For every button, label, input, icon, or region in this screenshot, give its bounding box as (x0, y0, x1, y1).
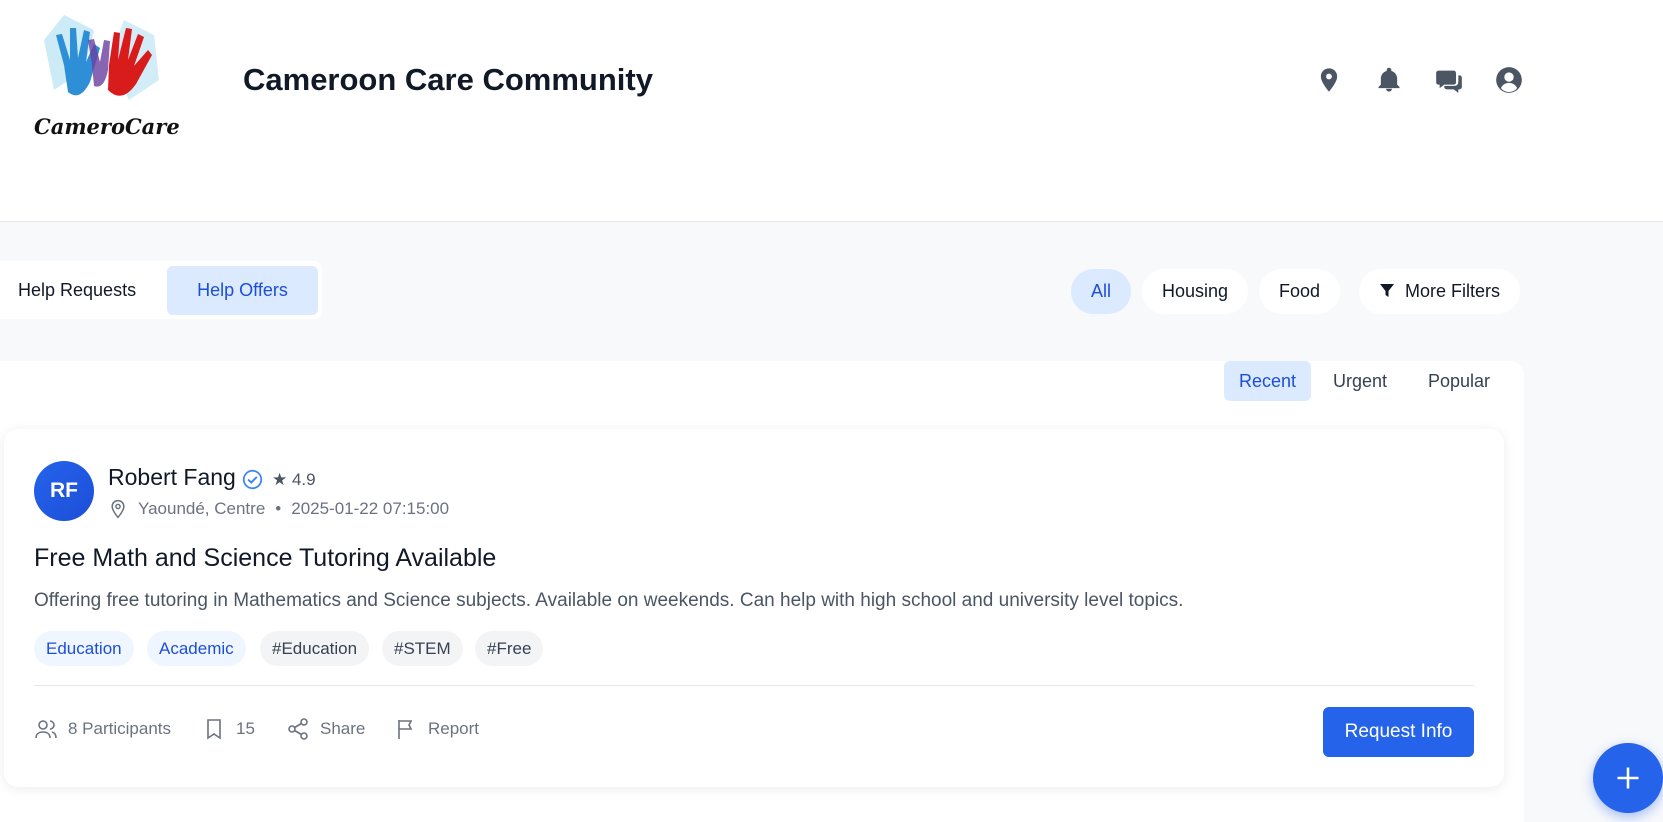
app-header: CameroCare Cameroon Care Community (0, 0, 1663, 222)
author-rating: ★ 4.9 (272, 470, 316, 489)
bookmark-count: 15 (236, 719, 255, 738)
flag-icon (398, 720, 413, 739)
tab-help-offers[interactable]: Help Offers (167, 266, 318, 315)
author-name[interactable]: Robert Fang (108, 464, 236, 491)
filter-housing[interactable]: Housing (1142, 269, 1249, 314)
logo-wordmark: CameroCare (34, 114, 180, 139)
chat-icon[interactable] (1435, 66, 1463, 94)
filter-icon (1379, 271, 1395, 297)
hashtag[interactable]: #STEM (382, 631, 463, 666)
app-title: Cameroon Care Community (243, 62, 653, 97)
hashtag[interactable]: #Free (475, 631, 544, 666)
category-tag[interactable]: Academic (147, 631, 246, 666)
share-icon (288, 718, 308, 740)
plus-icon (1617, 767, 1639, 789)
meta-separator: • (275, 499, 282, 518)
sort-popular[interactable]: Popular (1413, 361, 1505, 401)
more-filters-button[interactable]: More Filters (1359, 269, 1521, 314)
bookmark-button[interactable]: 15 (202, 715, 255, 743)
request-info-button[interactable]: Request Info (1323, 707, 1474, 757)
verified-icon (242, 469, 263, 490)
post-timestamp: 2025-01-22 07:15:00 (291, 499, 450, 518)
user-icon[interactable] (1495, 66, 1523, 94)
hands-logo-graphic (44, 15, 159, 100)
share-button[interactable]: Share (286, 715, 365, 743)
post-card: RF Robert Fang ★ 4.9 Yaoundé, Centre • 2… (4, 429, 1504, 787)
report-button[interactable]: Report (394, 715, 479, 743)
bell-icon[interactable] (1375, 66, 1403, 94)
create-post-button[interactable] (1593, 743, 1663, 813)
location-pin-icon (108, 499, 128, 519)
tab-help-requests[interactable]: Help Requests (0, 266, 154, 315)
more-filters-label: More Filters (1405, 281, 1501, 301)
card-divider (34, 685, 1474, 686)
post-body: Offering free tutoring in Mathematics an… (34, 590, 1184, 611)
filter-all[interactable]: All (1071, 269, 1131, 314)
sort-recent[interactable]: Recent (1224, 361, 1312, 401)
share-label: Share (320, 719, 366, 738)
post-location: Yaoundé, Centre (138, 499, 266, 518)
category-tag[interactable]: Education (34, 631, 134, 666)
post-title[interactable]: Free Math and Science Tutoring Available (34, 544, 496, 573)
map-pin-icon[interactable] (1315, 66, 1343, 94)
avatar[interactable]: RF (34, 461, 94, 521)
filter-food[interactable]: Food (1259, 269, 1341, 314)
post-meta: Yaoundé, Centre • 2025-01-22 07:15:00 (108, 499, 449, 519)
request-type-tabs: Help Requests Help Offers (0, 261, 322, 319)
bookmark-icon (207, 719, 221, 740)
report-label: Report (428, 719, 480, 738)
hashtag[interactable]: #Education (260, 631, 370, 666)
users-icon (35, 720, 57, 739)
app-logo[interactable]: CameroCare (34, 10, 180, 146)
sort-urgent[interactable]: Urgent (1318, 361, 1402, 401)
participants-count: 8 Participants (68, 719, 171, 738)
participants-button[interactable]: 8 Participants (34, 715, 171, 743)
